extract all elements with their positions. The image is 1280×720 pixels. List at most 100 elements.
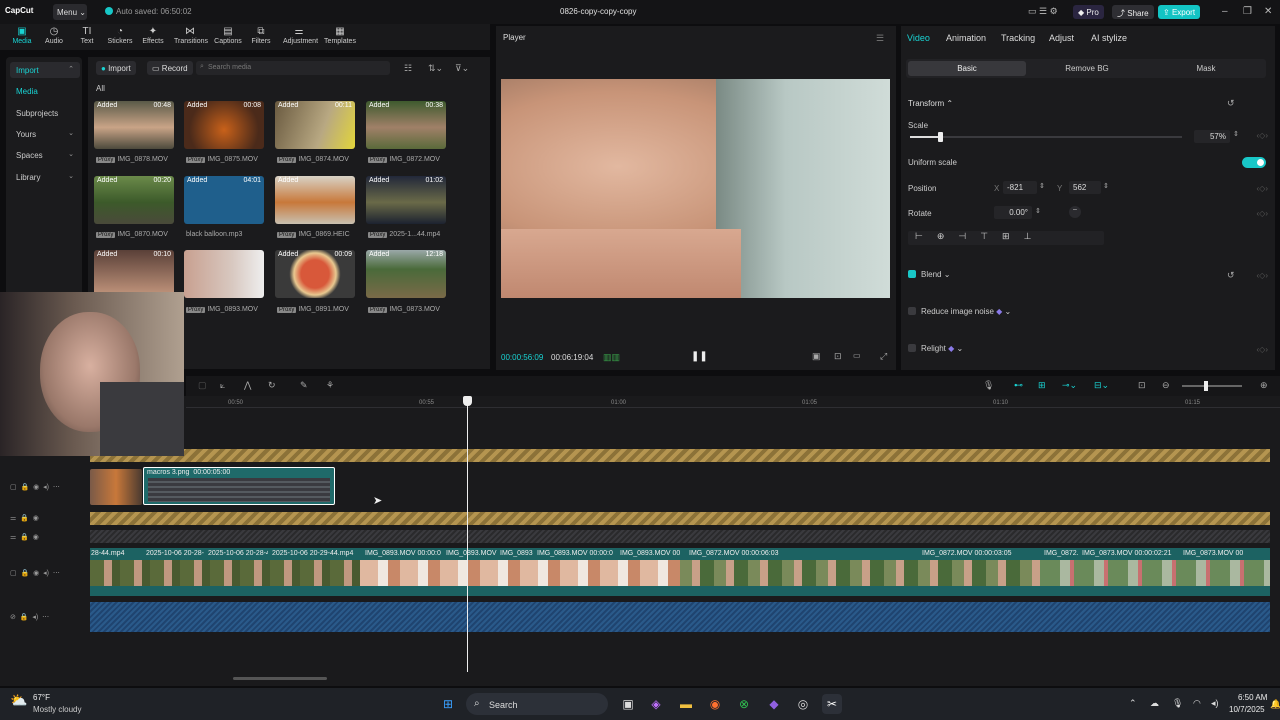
audio-track[interactable] [90,602,1270,632]
weather-icon[interactable]: ⛅ [10,692,27,709]
uniform-scale-toggle[interactable] [1242,157,1266,168]
media-thumb[interactable]: Added 00:08 [184,101,264,149]
filter-track-stripe[interactable] [90,530,1270,543]
export-button[interactable]: ⇪ Export [1158,5,1201,19]
copilot-icon[interactable]: ◈ [646,694,666,714]
mirror-icon[interactable]: ⋀ [244,380,251,391]
filter-icon[interactable]: ⊽⌄ [455,63,469,74]
keyframe-icon[interactable]: ‹◇› [1257,131,1268,140]
chrome-icon[interactable]: ◎ [793,694,813,714]
maximize-icon[interactable]: ❐ [1243,6,1252,17]
minimize-icon[interactable]: – [1222,6,1228,17]
track-controls[interactable]: ⚌ 🔒 ◉ [10,514,39,522]
tray-chevron-icon[interactable]: ⌃ [1129,698,1137,709]
app-icon[interactable]: ◆ [764,694,784,714]
subtab-mask[interactable]: Mask [1148,61,1264,76]
snapshot-icon[interactable]: ⊡ [834,351,842,362]
scale-slider[interactable] [910,132,1182,142]
reset-icon[interactable]: ↺ [1227,98,1235,109]
onedrive-icon[interactable]: ☁ [1150,698,1159,709]
align-toolbar[interactable]: ⊢⊕⊣⊤⊞⊥ [908,231,1104,245]
pos-y-field[interactable]: 562 [1069,181,1101,194]
tab-video[interactable]: Video [907,33,930,43]
keyframe-icon[interactable]: ‹◇› [1257,271,1268,280]
project-title[interactable]: 0826-copy-copy-copy [560,7,636,16]
relight-checkbox[interactable] [908,344,916,352]
media-thumb[interactable]: Added 00:11 [275,101,355,149]
track-controls[interactable]: ▢ 🔒 ◉ ◂) ⋯ [10,569,60,577]
fullscreen-icon[interactable]: ⤢ [880,351,887,362]
playhead[interactable] [467,402,468,672]
adjustment-track-stripe[interactable] [90,512,1270,525]
sidebar-item-library[interactable]: Library ⌄ [10,169,80,185]
media-thumb[interactable]: Added 00:09 [275,250,355,298]
tool-adjustment[interactable]: ⚌ Adjustment [283,26,318,45]
zoom-in-icon[interactable]: ⊕ [1260,380,1268,391]
pos-x-field[interactable]: -821 [1003,181,1037,194]
stepper-icon[interactable]: ⇕ [1103,182,1109,190]
sidebar-item-spaces[interactable]: Spaces ⌄ [10,147,80,163]
noise-checkbox[interactable] [908,307,916,315]
tool-text[interactable]: TI Text [71,26,103,45]
audio-track-stripe[interactable] [90,449,1270,462]
fullres-icon[interactable]: ▣ [812,351,821,362]
scale-handle[interactable] [938,132,943,142]
rotate-field[interactable]: 0.00° [994,206,1032,219]
keyframe-icon[interactable]: ‹◇› [1257,345,1268,354]
blend-checkbox[interactable] [908,270,916,278]
tab-animation[interactable]: Animation [946,33,986,43]
microphone-icon[interactable]: 🎙 [983,380,994,391]
tab-adjust[interactable]: Adjust [1049,33,1074,43]
wifi-icon[interactable]: ◠ [1193,698,1201,709]
tool-transitions[interactable]: ⋈ Transitions [174,26,208,45]
tool-templates[interactable]: ▦ Templates [324,26,356,45]
timeline-clip[interactable] [90,469,142,505]
link-icon[interactable]: ⊷ [1014,380,1023,391]
taskbar-search[interactable]: ⌕ Search [466,693,608,715]
reduce-noise-section[interactable]: Reduce image noise ◆ ⌄ [921,307,1011,316]
rotate-icon[interactable]: ↻ [268,380,276,391]
clock-date[interactable]: 10/7/2025 [1229,705,1265,714]
scale-field[interactable]: 57% [1194,130,1230,143]
pause-icon[interactable]: ❚❚ [691,351,708,362]
stepper-icon[interactable]: ⇕ [1233,130,1239,138]
close-icon[interactable]: ✕ [1264,6,1272,17]
subtab-remove-bg[interactable]: Remove BG [1028,61,1146,76]
sidebar-item-media[interactable]: Media [10,83,80,99]
relight-section[interactable]: Relight ◆ ⌄ [921,344,963,353]
tool-media[interactable]: ▣ Media [6,26,38,45]
magnet-icon[interactable]: ⊞ [1038,380,1046,391]
file-explorer-icon[interactable]: ▬ [676,694,696,714]
zoom-slider[interactable] [1182,381,1242,391]
stepper-icon[interactable]: ⇕ [1035,207,1041,215]
smart-icon[interactable]: ⚘ [326,380,334,391]
sidebar-item-import[interactable]: Import ⌃ [10,62,80,78]
track-controls[interactable]: ⊘ 🔒 ◂) ⋯ [10,613,49,621]
tool-effects[interactable]: ✦ Effects [137,26,169,45]
tab-ai-stylize[interactable]: AI stylize [1091,33,1127,43]
tool-stickers[interactable]: ◔ Stickers [104,26,136,45]
volume-icon[interactable]: ◂) [1211,698,1219,709]
select-icon[interactable]: ▢ [198,380,207,391]
view-icon[interactable]: ☷ [404,63,412,74]
crop-icon[interactable]: ⟀ [220,380,225,391]
transform-section[interactable]: Transform ⌃ [908,99,953,108]
sidebar-item-yours[interactable]: Yours ⌄ [10,126,80,142]
task-view-icon[interactable]: ▣ [618,694,638,714]
media-thumb[interactable]: Added 04:01 [184,176,264,224]
weather-temp[interactable]: 67°F [33,693,50,702]
sort-icon[interactable]: ⇅⌄ [428,63,443,74]
share-button[interactable]: ⤴ Share [1112,5,1154,19]
rotate-dial-icon[interactable]: – [1069,206,1081,218]
blend-section[interactable]: Blend ⌄ [921,270,950,279]
zoom-out-icon[interactable]: ⊖ [1162,380,1170,391]
split-icon[interactable]: ⊟⌄ [1094,380,1109,391]
menu-button[interactable]: Menu ⌄ [53,4,87,20]
keyframe-icon[interactable]: ‹◇› [1257,184,1268,193]
notification-icon[interactable]: 🔔 [1270,699,1280,710]
media-thumb[interactable]: Added 00:20 [94,176,174,224]
start-icon[interactable]: ⊞ [438,694,458,714]
player-menu-icon[interactable]: ☰ [876,33,884,44]
subtab-basic[interactable]: Basic [908,61,1026,76]
mic-icon[interactable]: 🎙 [1172,698,1183,709]
